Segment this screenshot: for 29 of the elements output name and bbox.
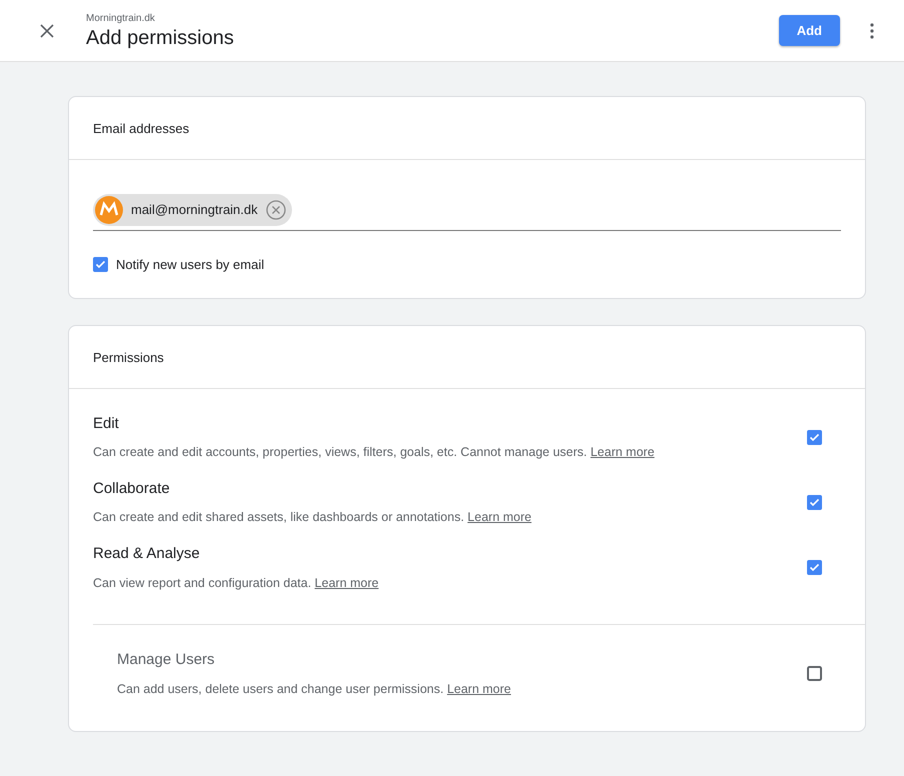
- avatar-icon: [95, 196, 123, 224]
- learn-more-link[interactable]: Learn more: [314, 576, 379, 590]
- permission-description: Can create and edit shared assets, like dashboards or annotations. Learn more: [93, 509, 532, 526]
- checkbox[interactable]: [807, 430, 822, 445]
- checkbox-label: Notify new users by email: [116, 256, 264, 274]
- checkbox[interactable]: [807, 560, 822, 576]
- permission-name: Edit: [93, 414, 120, 434]
- checkbox[interactable]: [93, 256, 108, 272]
- permission-name: Read & Analyse: [93, 544, 201, 564]
- email-input-field[interactable]: mail@morningtrain.dk: [93, 194, 841, 230]
- learn-more-link[interactable]: Learn more: [468, 510, 532, 524]
- permission-name: Manage Users: [117, 650, 216, 670]
- page-title: Add permissions: [86, 26, 235, 50]
- learn-more-link[interactable]: Learn more: [447, 682, 511, 696]
- section-heading: Email addresses: [69, 97, 865, 160]
- permission-description: Can create and edit accounts, properties, views, filters, goals, etc. Cannot manage users. Learn more: [93, 444, 656, 461]
- permission-description: Can view report and configuration data. Learn more: [93, 574, 380, 592]
- close-icon[interactable]: [40, 24, 54, 38]
- email-text: mail@morningtrain.dk: [131, 200, 258, 219]
- breadcrumb-text: Morningtrain.dk: [86, 12, 156, 26]
- permission-description: Can add users, delete users and change user permissions. Learn more: [117, 680, 512, 698]
- section-heading: Permissions: [69, 326, 865, 388]
- add-button[interactable]: Add: [778, 14, 840, 46]
- checkbox[interactable]: [807, 494, 822, 510]
- learn-more-link[interactable]: Learn more: [590, 445, 654, 459]
- checkbox[interactable]: [807, 666, 822, 682]
- remove-icon[interactable]: [266, 200, 286, 220]
- permission-name: Collaborate: [93, 478, 171, 499]
- more-options-icon[interactable]: [870, 22, 874, 38]
